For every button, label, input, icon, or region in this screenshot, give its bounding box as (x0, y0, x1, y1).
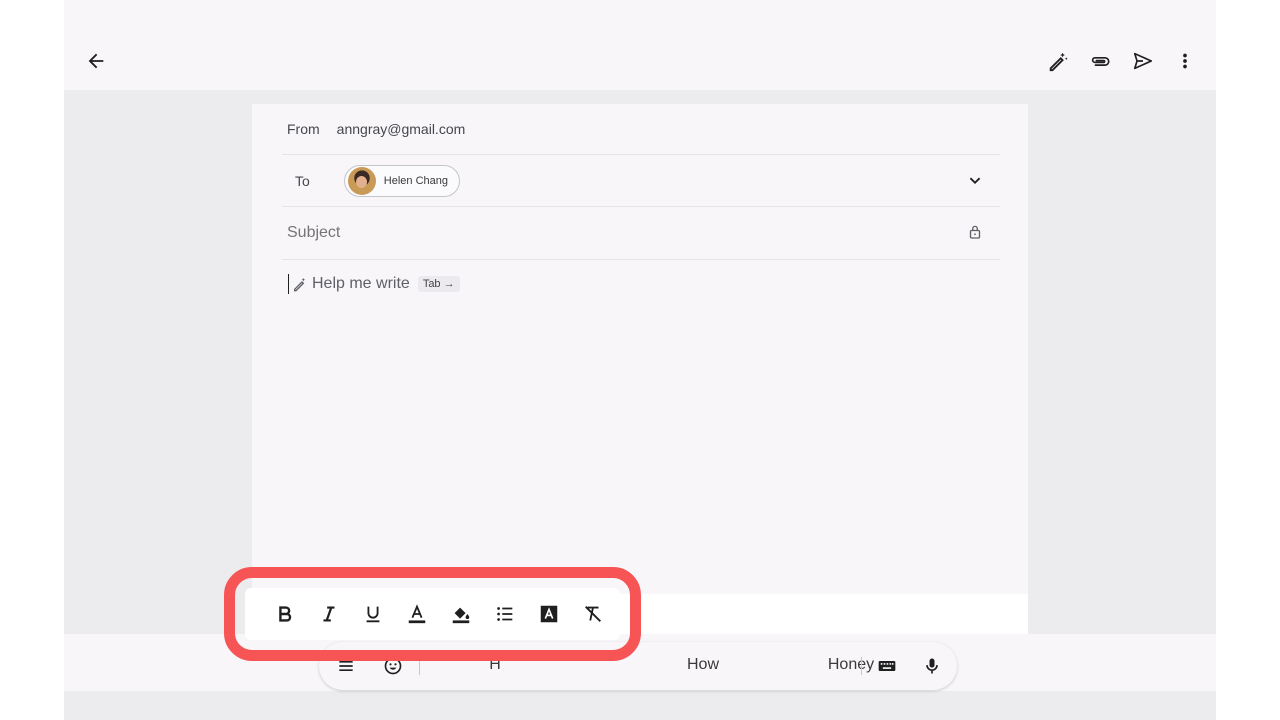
text-style-icon[interactable] (527, 592, 571, 636)
text-color-icon[interactable] (395, 592, 439, 636)
italic-icon[interactable] (307, 592, 351, 636)
recipient-chip[interactable]: Helen Chang (343, 164, 461, 197)
compose-card: From anngray@gmail.com To Helen Chang He… (252, 104, 1028, 594)
paperclip-icon[interactable] (1082, 43, 1118, 79)
from-label: From (287, 121, 320, 137)
chevron-down-icon[interactable] (964, 169, 986, 196)
clear-formatting-icon[interactable] (571, 592, 615, 636)
back-arrow-icon[interactable] (78, 43, 114, 79)
underline-icon[interactable] (351, 592, 395, 636)
suggestion-2[interactable]: How (673, 656, 733, 674)
magic-pen-icon[interactable] (1040, 43, 1076, 79)
body-editor[interactable]: Help me write Tab → (288, 272, 460, 296)
avatar (347, 166, 376, 195)
to-label: To (295, 172, 310, 189)
compose-screen: From anngray@gmail.com To Helen Chang He… (64, 0, 1216, 720)
bold-icon[interactable] (263, 592, 307, 636)
mic-icon[interactable] (918, 652, 946, 680)
text-caret (288, 274, 289, 294)
fill-color-icon[interactable] (439, 592, 483, 636)
subject-input[interactable] (287, 224, 887, 242)
send-icon[interactable] (1125, 43, 1161, 79)
formatting-toolbar (245, 588, 620, 640)
separator (861, 657, 862, 675)
recipient-name: Helen Chang (383, 174, 449, 187)
tab-shortcut-hint: Tab → (417, 276, 460, 292)
lock-icon[interactable] (966, 223, 984, 246)
subject-row (282, 207, 1000, 260)
bulleted-list-icon[interactable] (483, 592, 527, 636)
top-app-bar (64, 0, 1216, 90)
to-row: To Helen Chang (282, 155, 1000, 207)
from-row: From anngray@gmail.com (282, 104, 1000, 155)
help-me-write-prompt[interactable]: Help me write (312, 275, 410, 293)
more-vert-icon[interactable] (1167, 43, 1203, 79)
keyboard-icon[interactable] (873, 652, 901, 680)
from-address[interactable]: anngray@gmail.com (337, 121, 466, 137)
help-me-write-icon (294, 278, 305, 292)
